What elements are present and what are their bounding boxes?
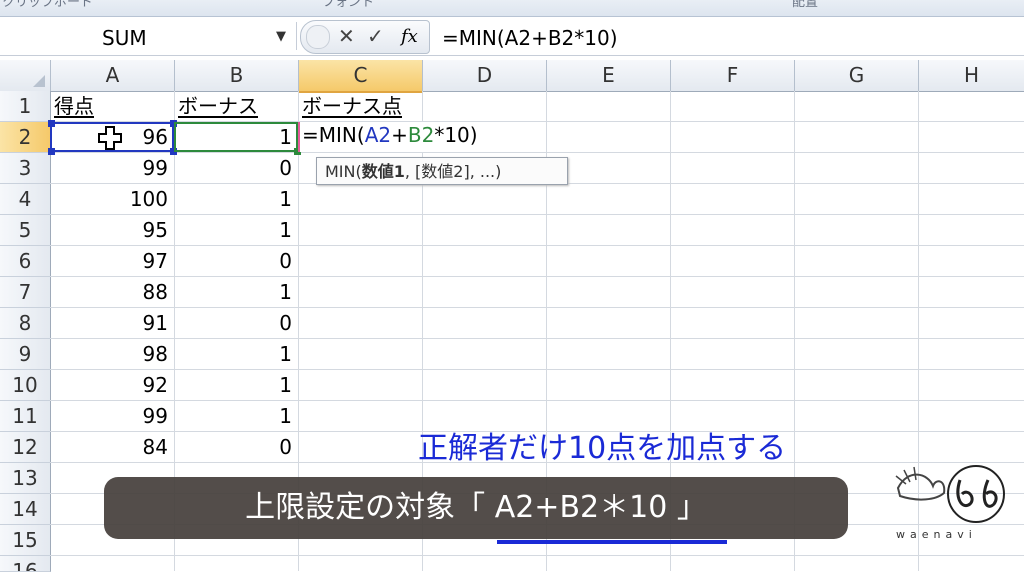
enter-icon[interactable]: ✓ (367, 24, 384, 48)
cell-a1[interactable]: 得点 (54, 91, 94, 122)
caption-underline (497, 540, 727, 544)
select-all-corner[interactable] (0, 60, 51, 91)
cell-a12[interactable]: 84 (50, 432, 168, 463)
row-header-10[interactable]: 10 (0, 370, 51, 401)
cell-b7[interactable]: 1 (174, 277, 292, 308)
edit-prefix: =MIN( (302, 123, 365, 147)
insert-function-icon[interactable]: fx (401, 26, 418, 47)
formula-input[interactable]: =MIN(A2+B2*10) (442, 26, 618, 50)
edit-ref-a2: A2 (364, 123, 392, 147)
row-header-7[interactable]: 7 (0, 277, 51, 308)
cell-a8[interactable]: 91 (50, 308, 168, 339)
column-header-e[interactable]: E (547, 60, 671, 91)
tooltip-arg1: 数値1 (361, 162, 405, 181)
edit-plus: + (391, 123, 408, 147)
column-header-h[interactable]: H (919, 60, 1024, 91)
cell-a3[interactable]: 99 (50, 153, 168, 184)
gridline (50, 555, 1024, 556)
cancel-icon[interactable]: ✕ (338, 24, 355, 48)
caption-overlay: 上限設定の対象「 A2+B2＊10 」 (104, 477, 848, 539)
tooltip-fn: MIN( (325, 162, 362, 181)
cell-c2-editor[interactable]: =MIN(A2+B2*10) (298, 122, 498, 152)
range-reference-b2 (174, 122, 298, 152)
logo-text: waenavi (896, 528, 977, 541)
column-header-g[interactable]: G (795, 60, 919, 91)
logo: waenavi (888, 458, 1008, 548)
column-header-d[interactable]: D (423, 60, 547, 91)
cell-b3[interactable]: 0 (174, 153, 292, 184)
logo-mark-icon (895, 465, 1005, 523)
name-box[interactable]: SUM ▼ (0, 22, 297, 50)
cell-c1[interactable]: ボーナス点 (302, 91, 402, 122)
row-header-1[interactable]: 1 (0, 91, 51, 122)
cell-b4[interactable]: 1 (174, 184, 292, 215)
ribbon-group-alignment[interactable]: 配置 (792, 0, 818, 10)
row-header-8[interactable]: 8 (0, 308, 51, 339)
column-header-row: A B C D E F G H (0, 60, 1024, 93)
edit-formula-text: =MIN(A2+B2*10) (302, 120, 478, 151)
function-tooltip[interactable]: MIN(数値1, [数値2], ...) (316, 157, 568, 185)
range-handle[interactable] (48, 120, 55, 127)
chevron-down-icon[interactable]: ▼ (276, 29, 286, 44)
cell-b12[interactable]: 0 (174, 432, 292, 463)
cell-b10[interactable]: 1 (174, 370, 292, 401)
cross-cursor-icon (98, 126, 122, 150)
row-header-13[interactable]: 13 (0, 463, 51, 494)
ribbon-group-font[interactable]: フォント (322, 0, 374, 10)
edit-ref-b2: B2 (407, 123, 435, 147)
row-header-9[interactable]: 9 (0, 339, 51, 370)
row-header-2[interactable]: 2 (0, 122, 51, 153)
row-header-6[interactable]: 6 (0, 246, 51, 277)
cell-b11[interactable]: 1 (174, 401, 292, 432)
row-header-11[interactable]: 11 (0, 401, 51, 432)
cell-a6[interactable]: 97 (50, 246, 168, 277)
range-handle[interactable] (48, 148, 55, 155)
caption-title: 正解者だけ10点を加点する (418, 431, 787, 466)
row-header-14[interactable]: 14 (0, 494, 51, 525)
cell-a9[interactable]: 98 (50, 339, 168, 370)
ribbon-group-clipboard[interactable]: クリップボード (2, 0, 93, 10)
row-header-4[interactable]: 4 (0, 184, 51, 215)
formula-bar: SUM ▼ ✕ ✓ fx =MIN(A2+B2*10) (0, 17, 1024, 56)
row-header-5[interactable]: 5 (0, 215, 51, 246)
formula-buttons: ✕ ✓ fx (300, 20, 430, 54)
row-header-3[interactable]: 3 (0, 153, 51, 184)
row-header-15[interactable]: 15 (0, 525, 51, 556)
cell-a10[interactable]: 92 (50, 370, 168, 401)
name-box-value: SUM (102, 26, 147, 50)
expand-handle-icon[interactable] (306, 25, 330, 49)
cell-a7[interactable]: 88 (50, 277, 168, 308)
row-header-16[interactable]: 16 (0, 556, 51, 572)
column-header-c[interactable]: C (299, 60, 423, 93)
cell-b6[interactable]: 0 (174, 246, 292, 277)
row-header-12[interactable]: 12 (0, 432, 51, 463)
cell-a11[interactable]: 99 (50, 401, 168, 432)
tooltip-rest: , [数値2], ...) (404, 162, 502, 181)
edit-suffix: *10) (434, 123, 478, 147)
cell-b9[interactable]: 1 (174, 339, 292, 370)
cell-b5[interactable]: 1 (174, 215, 292, 246)
cell-a5[interactable]: 95 (50, 215, 168, 246)
cell-b8[interactable]: 0 (174, 308, 292, 339)
cell-a4[interactable]: 100 (50, 184, 168, 215)
cell-b1[interactable]: ボーナス (178, 91, 258, 122)
ribbon-strip: クリップボード フォント 配置 (0, 0, 1024, 17)
column-header-b[interactable]: B (175, 60, 299, 91)
column-header-f[interactable]: F (671, 60, 795, 91)
column-header-a[interactable]: A (51, 60, 175, 91)
